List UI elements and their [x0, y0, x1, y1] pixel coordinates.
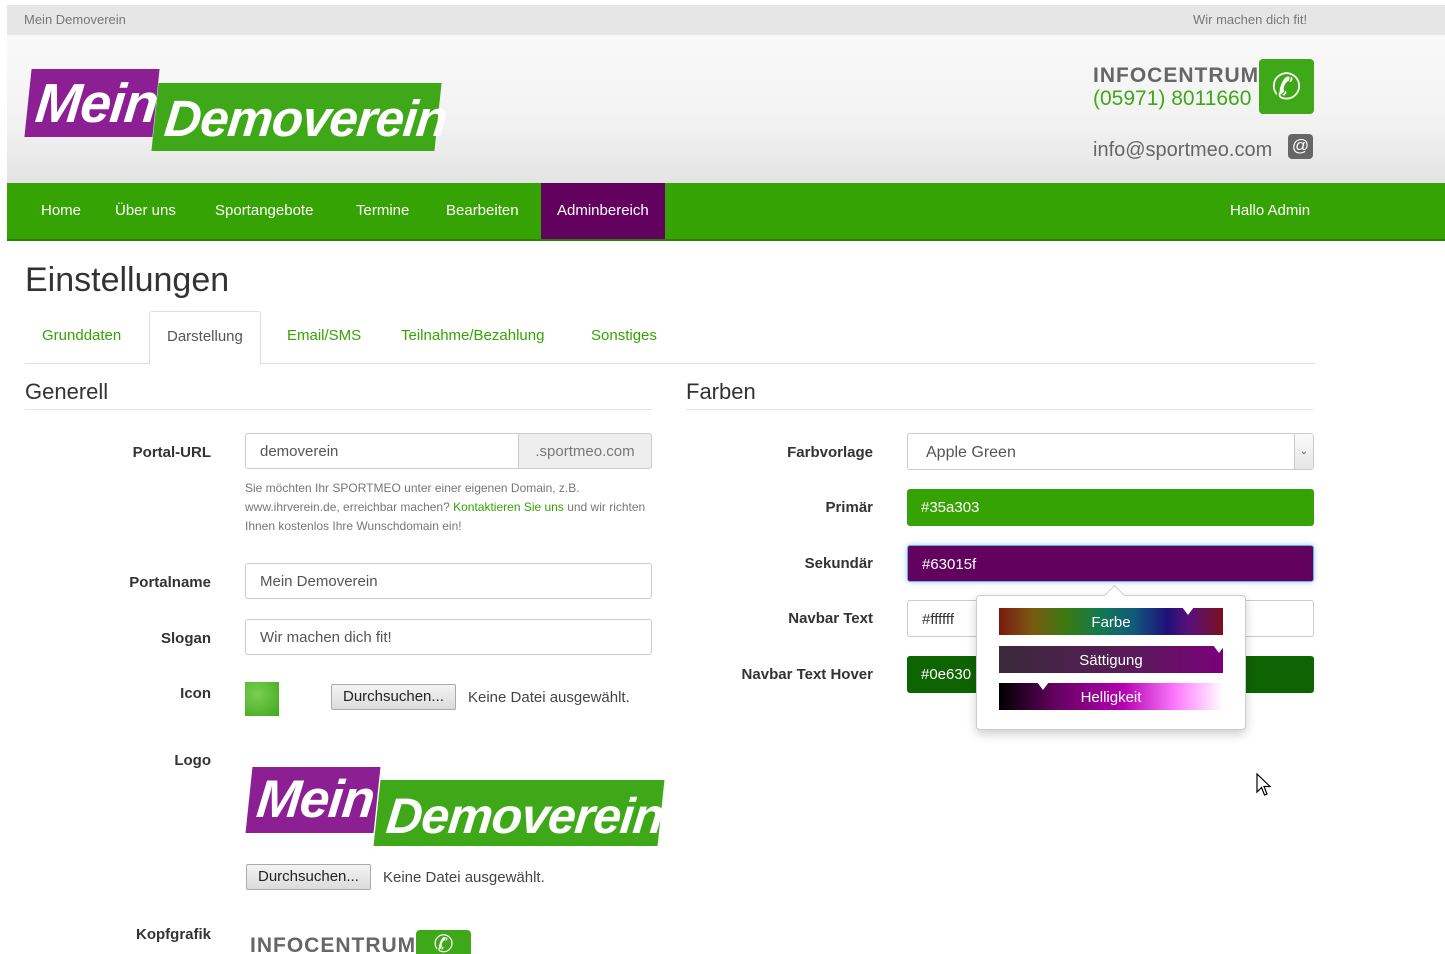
logo-browse-button[interactable]: Durchsuchen...: [246, 864, 371, 890]
tab-grunddaten[interactable]: Grunddaten: [42, 311, 121, 363]
brightness-slider-label: Helligkeit: [1080, 689, 1142, 706]
user-greeting[interactable]: Hallo Admin: [1230, 183, 1310, 239]
nav-termine[interactable]: Termine: [356, 183, 409, 239]
logo-file-status: Keine Datei ausgewählt.: [383, 869, 545, 886]
tab-darstellung[interactable]: Darstellung: [149, 311, 261, 365]
infocentrum-phone[interactable]: (05971) 8011660: [1093, 87, 1251, 111]
navbar-hover-label: Navbar Text Hover: [741, 666, 873, 683]
infocentrum-email[interactable]: info@sportmeo.com: [1093, 139, 1272, 162]
section-generell-title: Generell: [25, 379, 109, 404]
navbar-text-label: Navbar Text: [788, 610, 873, 627]
tab-email-sms[interactable]: Email/SMS: [287, 311, 361, 363]
nav-ueber-uns[interactable]: Über uns: [115, 183, 176, 239]
portalname-label: Portalname: [129, 574, 211, 591]
portal-url-label: Portal-URL: [132, 444, 211, 461]
phone-icon: ✆: [1259, 59, 1314, 114]
site-name: Mein Demoverein: [24, 12, 126, 27]
brightness-slider[interactable]: Helligkeit: [999, 682, 1223, 710]
at-icon: @: [1288, 134, 1313, 159]
primaer-color-input[interactable]: #35a303: [907, 489, 1314, 526]
primaer-label: Primär: [825, 499, 873, 516]
logo-preview-demoverein: Demoverein: [373, 780, 666, 846]
hue-slider-handle[interactable]: [1182, 607, 1194, 615]
tab-sonstiges[interactable]: Sonstiges: [591, 311, 657, 363]
hue-slider[interactable]: Farbe: [999, 607, 1223, 635]
chevron-down-icon[interactable]: ⌄: [1294, 434, 1313, 469]
kopfgrafik-preview-text: INFOCENTRUM: [250, 934, 417, 954]
saturation-slider[interactable]: Sättigung: [999, 645, 1225, 673]
slogan-label: Slogan: [160, 630, 211, 647]
icon-file-status: Keine Datei ausgewählt.: [468, 689, 630, 706]
farbvorlage-value: Apple Green: [926, 444, 1016, 461]
kopfgrafik-phone-icon: ✆: [416, 930, 471, 954]
saturation-slider-label: Sättigung: [1079, 652, 1143, 669]
icon-browse-button[interactable]: Durchsuchen...: [331, 684, 456, 710]
logo-mein: Mein: [24, 69, 161, 137]
farbvorlage-label: Farbvorlage: [787, 444, 873, 461]
logo-label: Logo: [174, 752, 211, 769]
logo-demoverein: Demoverein: [151, 83, 450, 151]
section-divider: [686, 409, 1313, 410]
logo-preview-mein: Mein: [245, 767, 381, 833]
sekundaer-color-input[interactable]: #63015f: [907, 545, 1314, 582]
main-navbar: Home Über uns Sportangebote Termine Bear…: [7, 183, 1445, 241]
saturation-slider-handle[interactable]: [1213, 645, 1225, 653]
portal-url-suffix: .sportmeo.com: [518, 433, 652, 469]
section-divider: [25, 409, 652, 410]
section-farben-title: Farben: [686, 379, 756, 404]
brightness-slider-handle[interactable]: [1037, 682, 1049, 690]
infocentrum-title: INFOCENTRUM: [1093, 64, 1260, 87]
sekundaer-label: Sekundär: [804, 555, 873, 572]
hue-slider-label: Farbe: [1091, 614, 1131, 631]
color-picker-popover: Farbe Sättigung Helligkeit: [976, 584, 1246, 730]
kopfgrafik-label: Kopfgrafik: [136, 926, 211, 943]
tab-teilnahme-bezahlung[interactable]: Teilnahme/Bezahlung: [401, 311, 544, 363]
nav-bearbeiten[interactable]: Bearbeiten: [446, 183, 519, 239]
farbvorlage-select[interactable]: Apple Green ⌄: [907, 433, 1314, 470]
icon-label: Icon: [180, 685, 211, 702]
page-title: Einstellungen: [25, 261, 230, 299]
mouse-cursor-icon: [1256, 773, 1272, 796]
portal-url-input[interactable]: demoverein: [245, 433, 520, 469]
site-header: Mein Demoverein INFOCENTRUM (05971) 8011…: [7, 35, 1445, 183]
portalname-input[interactable]: Mein Demoverein: [245, 563, 652, 599]
nav-adminbereich[interactable]: Adminbereich: [541, 183, 665, 239]
page-frame: Mein Demoverein Wir machen dich fit! Mei…: [7, 5, 1445, 954]
icon-preview: [245, 682, 279, 716]
site-slogan: Wir machen dich fit!: [1193, 12, 1308, 27]
nav-sportangebote[interactable]: Sportangebote: [215, 183, 313, 239]
contact-link[interactable]: Kontaktieren Sie uns: [453, 500, 564, 514]
portal-url-help: Sie möchten Ihr SPORTMEO unter einer eig…: [245, 479, 655, 536]
popover-caret: [1103, 584, 1126, 607]
nav-home[interactable]: Home: [41, 183, 81, 239]
top-bar: Mein Demoverein Wir machen dich fit!: [7, 5, 1445, 35]
settings-tabs: Grunddaten Darstellung Email/SMS Teilnah…: [25, 311, 1315, 365]
slogan-input[interactable]: Wir machen dich fit!: [245, 619, 652, 655]
